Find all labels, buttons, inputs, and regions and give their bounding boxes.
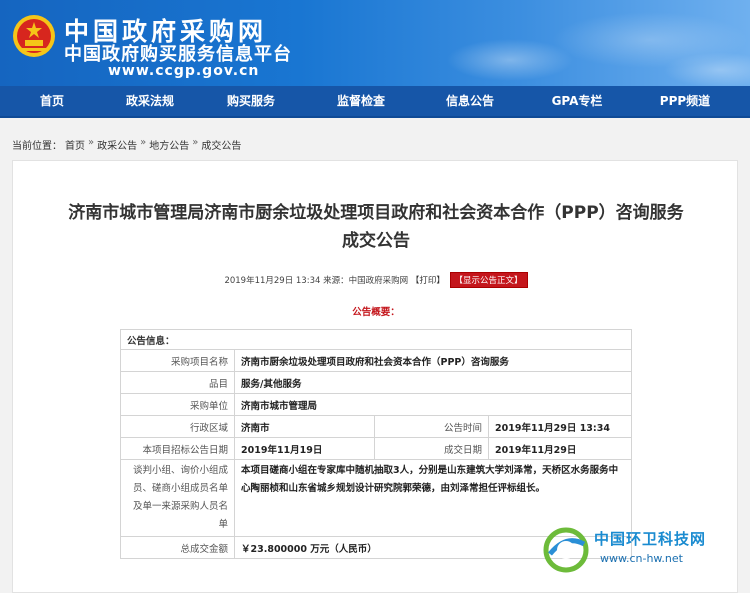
label-category: 品目 xyxy=(120,371,235,394)
label-deal-date: 成交日期 xyxy=(374,437,489,460)
national-emblem-icon xyxy=(13,15,55,57)
nav-item-announcements[interactable]: 信息公告 xyxy=(416,85,524,117)
value-region: 济南市 xyxy=(234,415,375,438)
breadcrumb-prefix: 当前位置： xyxy=(12,141,62,152)
label-publish-time: 公告时间 xyxy=(374,415,489,438)
watermark: 中国环卫科技网 www.cn-hw.net xyxy=(540,522,742,578)
breadcrumb-item-local[interactable]: 地方公告 xyxy=(149,137,189,152)
table-row: 本项目招标公告日期 2019年11月19日 成交日期 2019年11月29日 xyxy=(120,437,632,460)
value-bid-date: 2019年11月19日 xyxy=(234,437,375,460)
value-publish-time: 2019年11月29日 13:34 xyxy=(488,415,632,438)
breadcrumb-separator: » xyxy=(140,137,147,148)
breadcrumb: 当前位置： 首页 » 政采公告 » 地方公告 » 成交公告 xyxy=(12,137,241,152)
article-title-line1: 济南市城市管理局济南市厨余垃圾处理项目政府和社会资本合作（PPP）咨询服务 xyxy=(68,203,684,223)
breadcrumb-item-procurement[interactable]: 政采公告 xyxy=(97,137,137,152)
banner-glow xyxy=(390,0,750,86)
article-meta-text: 2019年11月29日 13:34 来源：中国政府采购网 xyxy=(224,276,409,286)
breadcrumb-separator: » xyxy=(88,137,95,148)
nav-item-gpa[interactable]: GPA专栏 xyxy=(524,85,630,117)
site-banner: 中国政府采购网 中国政府购买服务信息平台 www.ccgp.gov.cn xyxy=(0,0,750,86)
nav-item-regulations[interactable]: 政采法规 xyxy=(104,85,196,117)
table-row: 行政区域 济南市 公告时间 2019年11月29日 13:34 xyxy=(120,415,632,438)
main-nav: 首页 政采法规 购买服务 监督检查 信息公告 GPA专栏 PPP频道 xyxy=(0,86,750,118)
table-row: 公告信息： xyxy=(120,329,632,350)
show-body-button[interactable]: 【显示公告正文】 xyxy=(449,272,528,288)
breadcrumb-separator: » xyxy=(192,137,199,148)
watermark-url: www.cn-hw.net xyxy=(600,552,683,565)
nav-item-ppp[interactable]: PPP频道 xyxy=(630,85,740,117)
value-buyer: 济南市城市管理局 xyxy=(234,393,632,416)
nav-item-home[interactable]: 首页 xyxy=(0,85,104,117)
value-deal-date: 2019年11月29日 xyxy=(488,437,632,460)
article-title-line2: 成交公告 xyxy=(342,231,410,251)
table-row: 采购项目名称 济南市厨余垃圾处理项目政府和社会资本合作（PPP）咨询服务 xyxy=(120,349,632,372)
breadcrumb-item-deal[interactable]: 成交公告 xyxy=(201,137,241,152)
nav-item-supervision[interactable]: 监督检查 xyxy=(306,85,416,117)
table-header: 公告信息： xyxy=(120,329,632,350)
summary-label: 公告概要： xyxy=(352,307,400,318)
nav-item-purchase-service[interactable]: 购买服务 xyxy=(196,85,306,117)
value-category: 服务/其他服务 xyxy=(234,371,632,394)
article-meta: 2019年11月29日 13:34 来源：中国政府采购网 【打印】 【显示公告正… xyxy=(13,272,739,288)
value-project-name: 济南市厨余垃圾处理项目政府和社会资本合作（PPP）咨询服务 xyxy=(234,349,632,372)
article-title: 济南市城市管理局济南市厨余垃圾处理项目政府和社会资本合作（PPP）咨询服务 成交… xyxy=(13,199,739,255)
label-amount: 总成交金额 xyxy=(120,536,235,559)
watermark-globe-icon xyxy=(543,527,589,573)
label-project-name: 采购项目名称 xyxy=(120,349,235,372)
watermark-title: 中国环卫科技网 xyxy=(594,530,707,548)
breadcrumb-item-home[interactable]: 首页 xyxy=(65,137,85,152)
label-panel: 谈判小组、询价小组成员、磋商小组成员名单及单一来源采购人员名单 xyxy=(120,459,235,537)
label-buyer: 采购单位 xyxy=(120,393,235,416)
print-link[interactable]: 【打印】 xyxy=(411,276,445,286)
site-url[interactable]: www.ccgp.gov.cn xyxy=(108,63,259,79)
label-bid-date: 本项目招标公告日期 xyxy=(120,437,235,460)
table-row: 品目 服务/其他服务 xyxy=(120,371,632,394)
label-region: 行政区域 xyxy=(120,415,235,438)
table-row: 采购单位 济南市城市管理局 xyxy=(120,393,632,416)
